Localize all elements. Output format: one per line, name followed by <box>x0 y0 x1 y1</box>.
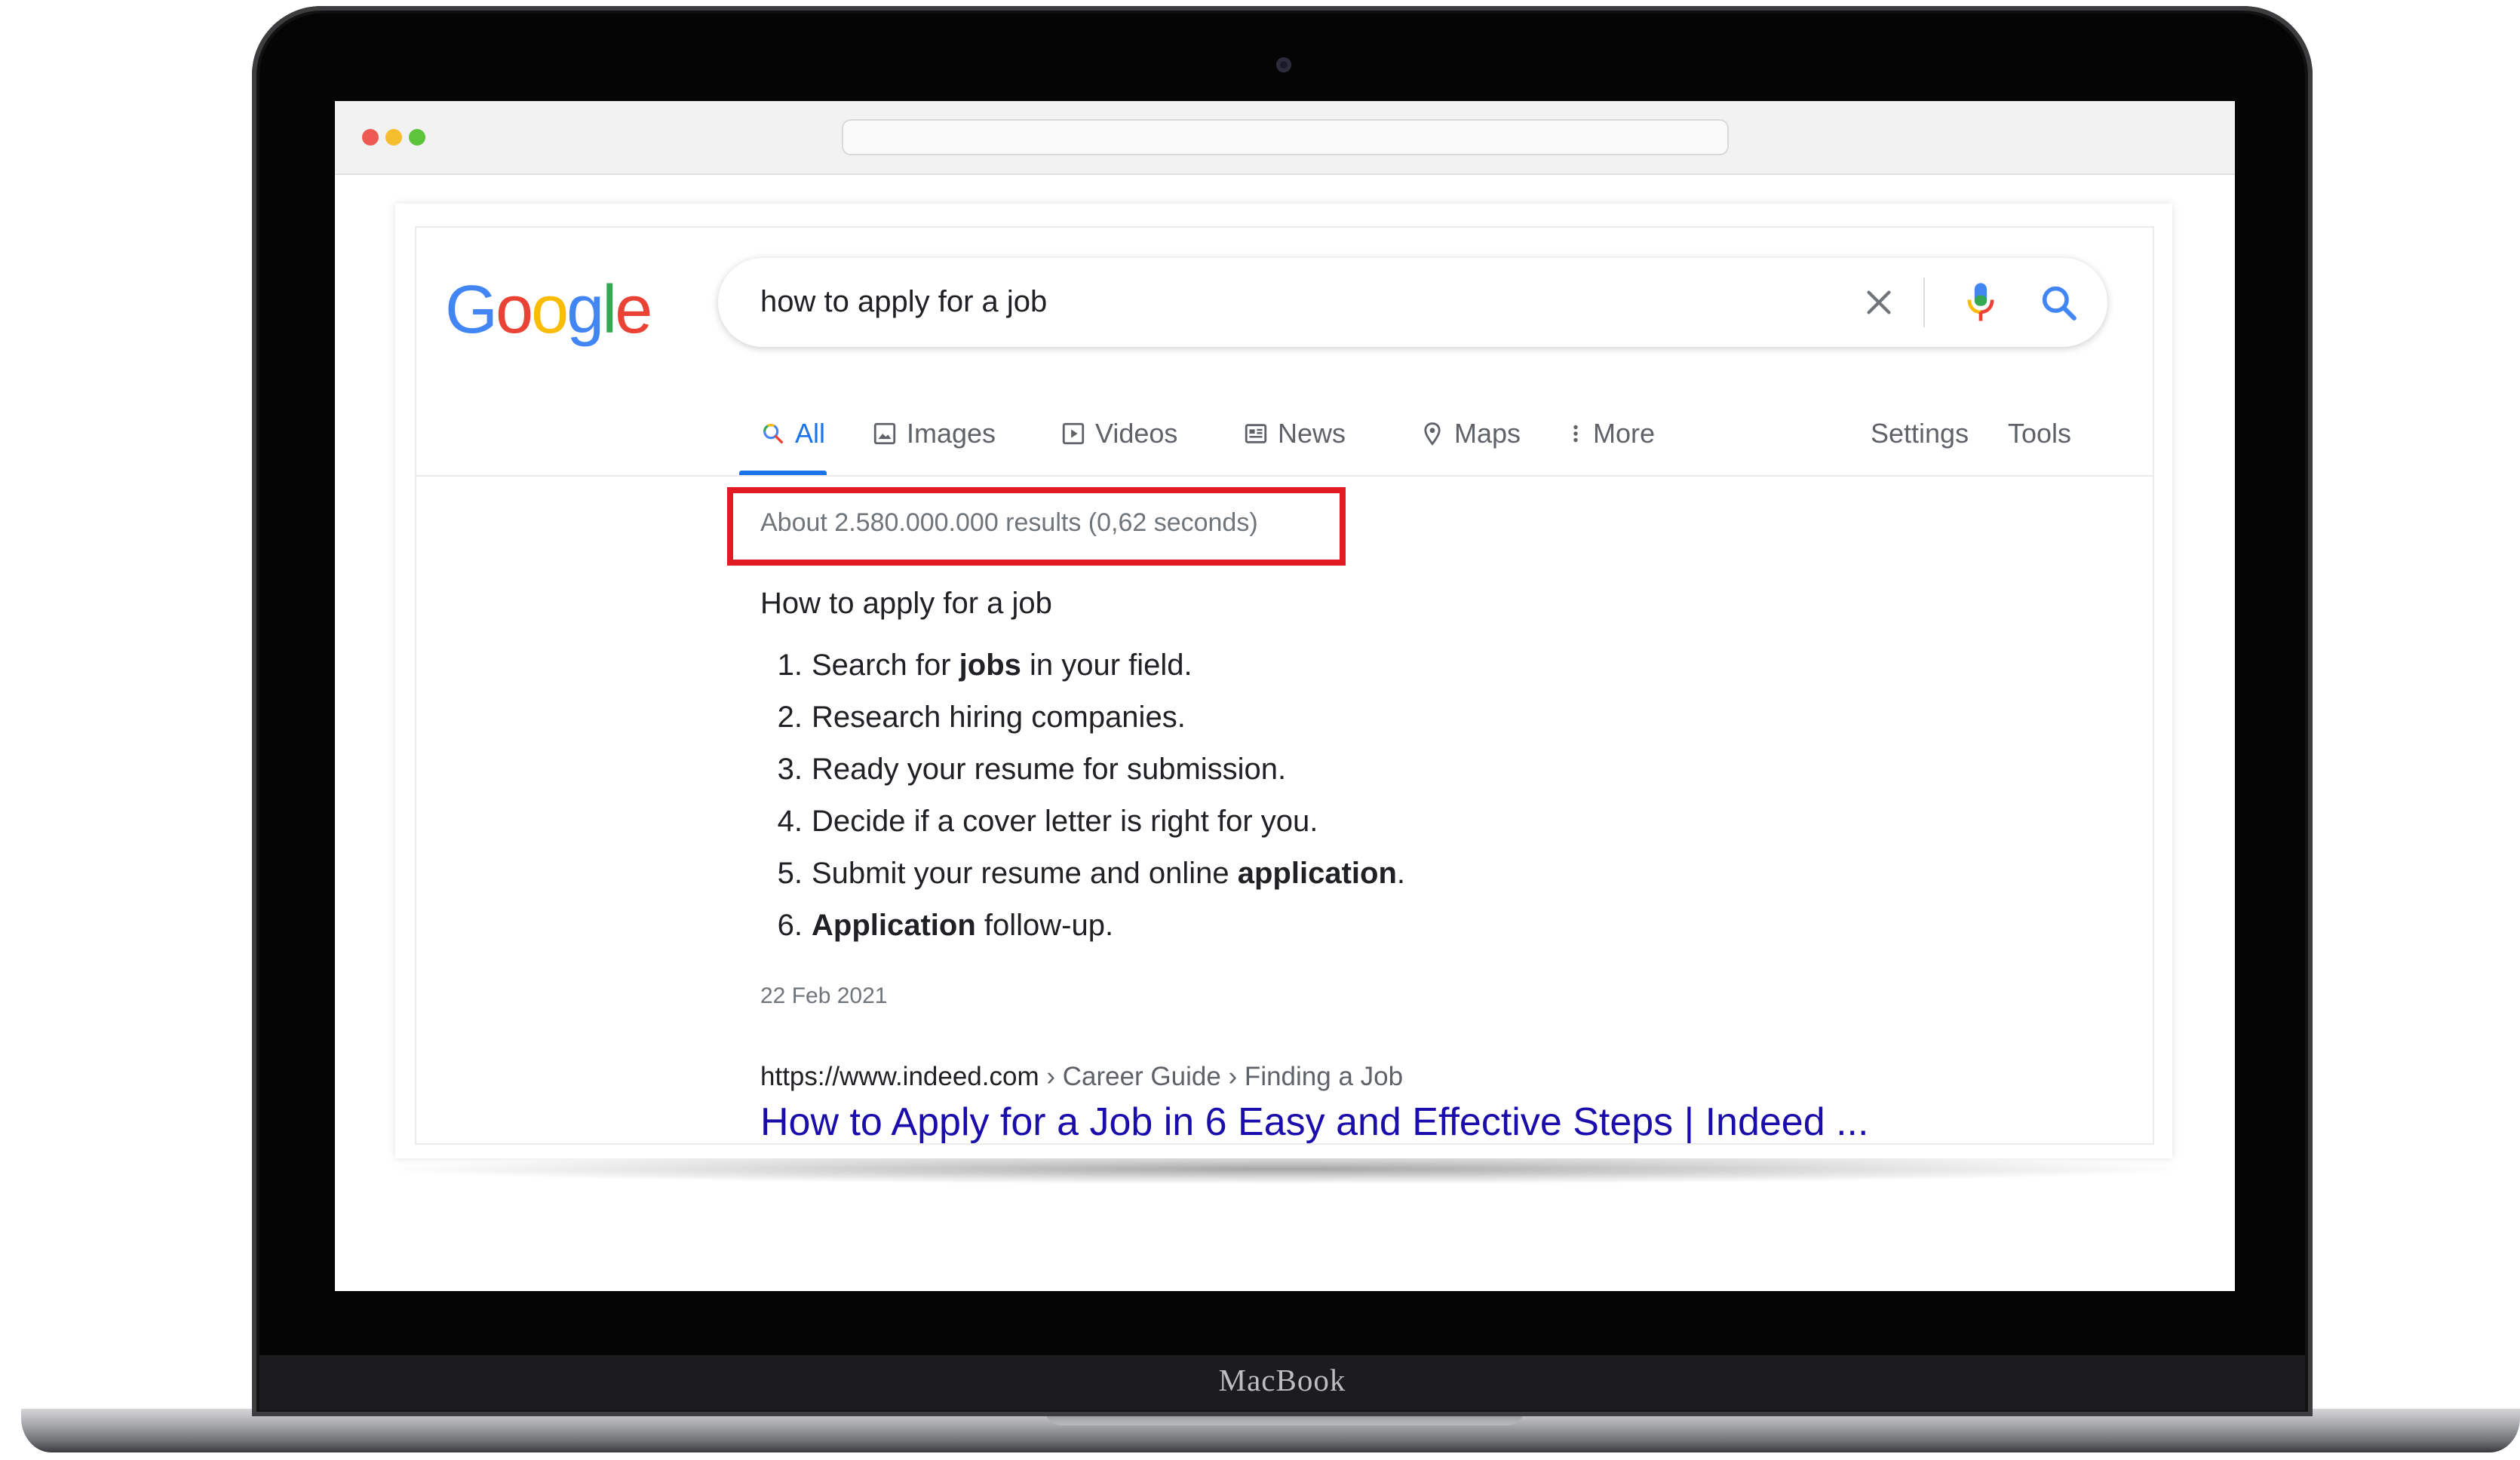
logo-letter: o <box>531 272 569 348</box>
logo-letter: g <box>566 272 604 348</box>
search-box-divider <box>1923 278 1925 327</box>
logo-letter: o <box>496 272 533 348</box>
video-icon <box>1062 422 1085 445</box>
list-item: 2. Research hiring companies. <box>760 701 1405 753</box>
tab-label: Maps <box>1454 418 1521 449</box>
step-number: 6. <box>777 909 803 942</box>
image-icon <box>873 422 896 445</box>
screenshot-card: Google how to apply for a job All Images… <box>395 204 2172 1158</box>
tab-all[interactable]: All <box>760 415 825 452</box>
tabs-divider <box>416 475 2153 477</box>
tab-label: Videos <box>1095 418 1178 449</box>
list-item: 1. Search for jobs in your field. <box>760 649 1405 701</box>
step-bold-text: jobs <box>959 649 1021 682</box>
tab-maps[interactable]: Maps <box>1420 415 1521 452</box>
list-item: 4. Decide if a cover letter is right for … <box>760 805 1405 857</box>
logo-letter: e <box>615 272 652 348</box>
tab-label: Images <box>907 418 996 449</box>
laptop-brand-label: MacBook <box>1218 1363 1346 1397</box>
step-text: Submit your resume and online <box>812 857 1238 890</box>
step-text: follow-up. <box>975 909 1114 942</box>
tools-link[interactable]: Tools <box>2008 415 2071 452</box>
result-url[interactable]: https://www.indeed.com › Career Guide › … <box>760 1062 1403 1092</box>
settings-link[interactable]: Settings <box>1871 415 1969 452</box>
step-bold-text: application <box>1237 857 1397 890</box>
tab-more[interactable]: More <box>1567 415 1655 452</box>
more-vertical-icon <box>1573 425 1578 443</box>
search-box[interactable]: how to apply for a job <box>718 258 2107 347</box>
address-bar[interactable] <box>842 119 1729 155</box>
step-text: . <box>1396 857 1406 890</box>
results-stats: About 2.580.000.000 results (0,62 second… <box>760 508 1258 537</box>
step-text: Ready your resume for submission. <box>812 753 1287 786</box>
card-shadow <box>395 1154 2175 1184</box>
tab-news[interactable]: News <box>1243 415 1346 452</box>
result-domain: https://www.indeed.com <box>760 1062 1039 1091</box>
maximize-window-button[interactable] <box>409 129 425 146</box>
list-item: 5. Submit your resume and online applicat… <box>760 857 1405 909</box>
microphone-icon[interactable] <box>1960 279 2002 326</box>
close-window-button[interactable] <box>362 129 379 146</box>
logo-letter: G <box>445 272 498 348</box>
result-breadcrumb: › Career Guide › Finding a Job <box>1039 1062 1404 1091</box>
news-icon <box>1245 424 1267 443</box>
step-number: 5. <box>777 857 803 890</box>
step-text: Search for <box>812 649 959 682</box>
tab-images[interactable]: Images <box>872 415 996 452</box>
minimize-window-button[interactable] <box>385 129 402 146</box>
step-number: 4. <box>777 805 803 838</box>
search-input[interactable]: how to apply for a job <box>760 285 1047 319</box>
browser-toolbar <box>335 101 2235 175</box>
step-text: Decide if a cover letter is right for yo… <box>812 805 1318 838</box>
step-bold-text: Application <box>812 909 976 942</box>
tab-label: All <box>795 418 826 449</box>
step-number: 2. <box>777 701 803 734</box>
snippet-steps: 1. Search for jobs in your field. 2. Resea… <box>760 649 1405 961</box>
google-results-page: Google how to apply for a job All Images… <box>415 226 2154 1145</box>
step-number: 1. <box>777 649 803 682</box>
google-logo[interactable]: Google <box>445 271 652 349</box>
tab-videos[interactable]: Videos <box>1060 415 1177 452</box>
list-item: 6. Application follow-up. <box>760 909 1405 961</box>
map-pin-icon <box>1424 422 1441 446</box>
tab-label: News <box>1278 418 1346 449</box>
screen: Google how to apply for a job All Images… <box>335 101 2235 1291</box>
tab-label: More <box>1593 418 1656 449</box>
result-title-link[interactable]: How to Apply for a Job in 6 Easy and Eff… <box>760 1100 1868 1143</box>
snippet-date: 22 Feb 2021 <box>760 983 888 1008</box>
step-text: Research hiring companies. <box>812 701 1186 734</box>
search-icon <box>763 424 784 444</box>
close-icon[interactable] <box>1862 285 1896 320</box>
step-number: 3. <box>777 753 803 786</box>
search-icon[interactable] <box>2038 282 2080 324</box>
logo-letter: l <box>602 272 617 348</box>
camera-icon <box>1276 57 1291 72</box>
list-item: 3. Ready your resume for submission. <box>760 753 1405 805</box>
step-text: in your field. <box>1021 649 1192 682</box>
snippet-title: How to apply for a job <box>760 587 1052 620</box>
